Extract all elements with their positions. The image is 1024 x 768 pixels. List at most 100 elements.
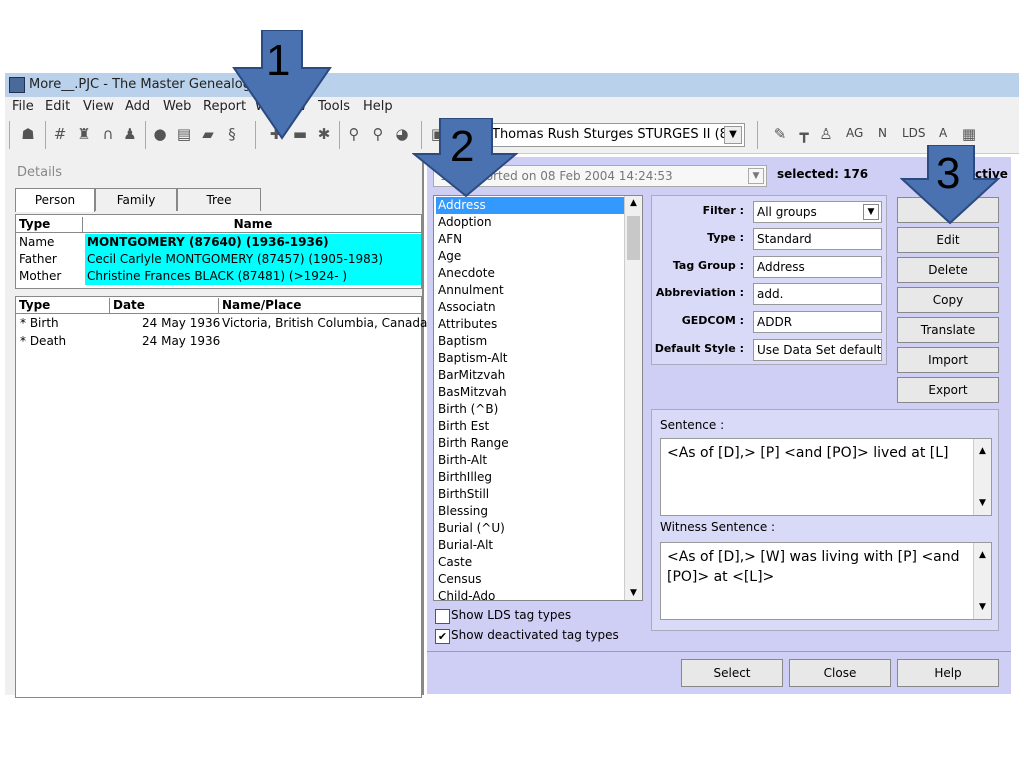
default-style-field[interactable]: Use Data Set default st bbox=[753, 339, 882, 361]
pie-chart-icon[interactable]: ◕ bbox=[393, 125, 411, 143]
sentence-scrollbar[interactable]: ▲ ▼ bbox=[973, 439, 991, 515]
import-button[interactable]: Import bbox=[897, 347, 999, 373]
n-button[interactable]: N bbox=[878, 126, 887, 140]
copy-button[interactable]: Copy bbox=[897, 287, 999, 313]
scroll-thumb[interactable] bbox=[627, 216, 640, 260]
list-item[interactable]: BasMitzvah bbox=[436, 384, 626, 401]
list-item[interactable]: Associatn bbox=[436, 299, 626, 316]
scroll-up-icon[interactable]: ▲ bbox=[974, 545, 991, 565]
list-item[interactable]: Adoption bbox=[436, 214, 626, 231]
link-icon[interactable]: ∩ bbox=[99, 125, 117, 143]
filter-select[interactable]: All groups ▼ bbox=[753, 201, 882, 223]
scroll-down-icon[interactable]: ▼ bbox=[974, 597, 991, 617]
column-header-place: Name/Place bbox=[222, 298, 302, 312]
open-project-icon[interactable]: ☗ bbox=[19, 125, 37, 143]
scroll-up-icon[interactable]: ▲ bbox=[974, 441, 991, 461]
circle-icon[interactable]: ● bbox=[151, 125, 169, 143]
gedcom-field[interactable]: ADDR bbox=[753, 311, 882, 333]
chevron-down-icon[interactable]: ▼ bbox=[863, 204, 879, 220]
search-icon[interactable]: ⚲ bbox=[345, 125, 363, 143]
list-item[interactable]: Burial-Alt bbox=[436, 537, 626, 554]
tag-group-field[interactable]: Address bbox=[753, 256, 882, 278]
edit-button[interactable]: Edit bbox=[897, 227, 999, 253]
list-scrollbar[interactable]: ▲ ▼ bbox=[624, 196, 642, 600]
list-item[interactable]: Age bbox=[436, 248, 626, 265]
tag-type-list[interactable]: Address Adoption AFN Age Anecdote Annulment As… bbox=[433, 195, 643, 601]
list-item[interactable]: Blessing bbox=[436, 503, 626, 520]
abbreviation-label: Abbreviation : bbox=[655, 286, 744, 299]
close-button[interactable]: Close bbox=[789, 659, 891, 687]
list-item[interactable]: Birth Est bbox=[436, 418, 626, 435]
callout-number: 3 bbox=[936, 149, 961, 198]
select-button[interactable]: Select bbox=[681, 659, 783, 687]
tab-tree[interactable]: Tree bbox=[177, 188, 261, 211]
show-deactivated-checkbox[interactable]: ✔ bbox=[435, 629, 450, 644]
chevron-down-icon[interactable]: ▼ bbox=[748, 168, 764, 184]
witness-sentence-text: <As of [D],> [W] was living with [P] <an… bbox=[667, 549, 960, 585]
help-button[interactable]: Help bbox=[897, 659, 999, 687]
menu-add[interactable]: Add bbox=[125, 99, 150, 114]
list-item[interactable]: Baptism-Alt bbox=[436, 350, 626, 367]
menu-web[interactable]: Web bbox=[163, 99, 191, 114]
table-row[interactable]: Father Cecil Carlyle MONTGOMERY (87457) … bbox=[16, 251, 421, 268]
a-button[interactable]: A bbox=[939, 126, 947, 140]
delete-button[interactable]: Delete bbox=[897, 257, 999, 283]
column-header-date: Date bbox=[110, 298, 219, 313]
lds-button[interactable]: LDS bbox=[902, 126, 926, 140]
list-item[interactable]: AFN bbox=[436, 231, 626, 248]
menu-file[interactable]: File bbox=[12, 99, 34, 114]
scroll-down-icon[interactable]: ▼ bbox=[974, 493, 991, 513]
pin-icon[interactable]: ┳ bbox=[795, 125, 813, 143]
save-icon[interactable]: ▦ bbox=[960, 125, 978, 143]
table-row[interactable]: Name MONTGOMERY (87640) (1936-1936) bbox=[16, 234, 421, 251]
focus-subject-combo[interactable]: Thomas Rush Sturges STURGES II (8486 ▼ bbox=[487, 123, 745, 147]
list-item[interactable]: Annulment bbox=[436, 282, 626, 299]
chevron-down-icon[interactable]: ▼ bbox=[724, 126, 742, 144]
list-item[interactable]: BirthStill bbox=[436, 486, 626, 503]
witness-sentence-textarea[interactable]: <As of [D],> [W] was living with [P] <an… bbox=[660, 542, 992, 620]
ag-button[interactable]: AG bbox=[846, 126, 863, 140]
focus-subject-value: Thomas Rush Sturges STURGES II (8486 bbox=[492, 127, 724, 142]
type-field[interactable]: Standard bbox=[753, 228, 882, 250]
list-item[interactable]: Child-Ado bbox=[436, 588, 626, 600]
table-row[interactable]: * Birth 24 May 1936 Victoria, British Co… bbox=[16, 315, 427, 332]
list-item[interactable]: BirthIlleg bbox=[436, 469, 626, 486]
scroll-up-icon[interactable]: ▲ bbox=[627, 198, 640, 208]
list-item[interactable]: Census bbox=[436, 571, 626, 588]
witness-scrollbar[interactable]: ▲ ▼ bbox=[973, 543, 991, 619]
tag-type-dialog: 1... Imported on 08 Feb 2004 14:24:53 ▼ … bbox=[427, 157, 1011, 694]
list-item[interactable]: Burial (^U) bbox=[436, 520, 626, 537]
table-row[interactable]: * Death 24 May 1936 bbox=[16, 333, 421, 350]
tab-person[interactable]: Person bbox=[15, 188, 95, 212]
grid-icon[interactable]: # bbox=[51, 125, 69, 143]
list-item[interactable]: Attributes bbox=[436, 316, 626, 333]
abbreviation-field[interactable]: add. bbox=[753, 283, 882, 305]
show-lds-checkbox[interactable] bbox=[435, 609, 450, 624]
tab-family[interactable]: Family bbox=[95, 188, 177, 211]
list-item[interactable]: Birth (^B) bbox=[436, 401, 626, 418]
menu-edit[interactable]: Edit bbox=[45, 99, 70, 114]
translate-button[interactable]: Translate bbox=[897, 317, 999, 343]
list-item[interactable]: Birth-Alt bbox=[436, 452, 626, 469]
notes-icon[interactable]: ▤ bbox=[175, 125, 193, 143]
family-icon[interactable]: ♙ bbox=[817, 125, 835, 143]
table-row[interactable]: Mother Christine Frances BLACK (87481) (… bbox=[16, 268, 421, 285]
list-item[interactable]: Caste bbox=[436, 554, 626, 571]
events-table: Type Date Name/Place * Birth 24 May 1936… bbox=[15, 296, 427, 698]
menu-help[interactable]: Help bbox=[363, 99, 393, 114]
scroll-down-icon[interactable]: ▼ bbox=[627, 588, 640, 598]
search-next-icon[interactable]: ⚲ bbox=[369, 125, 387, 143]
column-header-type: Type bbox=[16, 298, 110, 313]
list-item[interactable]: Address bbox=[436, 197, 626, 214]
folder-icon[interactable]: ▰ bbox=[199, 125, 217, 143]
sentence-textarea[interactable]: <As of [D],> [P] <and [PO]> lived at [L]… bbox=[660, 438, 992, 516]
list-item[interactable]: Baptism bbox=[436, 333, 626, 350]
menu-view[interactable]: View bbox=[83, 99, 114, 114]
list-item[interactable]: Anecdote bbox=[436, 265, 626, 282]
export-button[interactable]: Export bbox=[897, 377, 999, 403]
list-item[interactable]: BarMitzvah bbox=[436, 367, 626, 384]
add-person-icon[interactable]: ♟ bbox=[121, 125, 139, 143]
binoculars-icon[interactable]: ♜ bbox=[75, 125, 93, 143]
list-item[interactable]: Birth Range bbox=[436, 435, 626, 452]
pen-icon[interactable]: ✎ bbox=[771, 125, 789, 143]
